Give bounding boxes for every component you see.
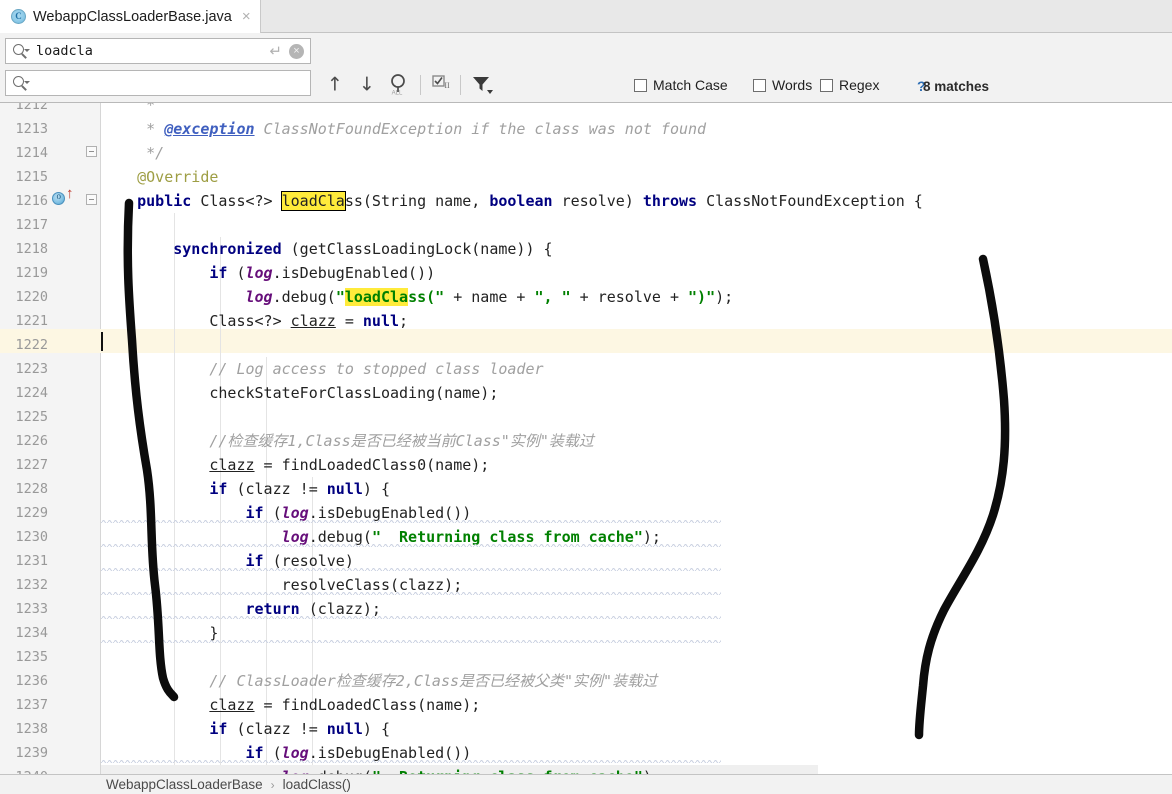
code-line-1213: * @exception ClassNotFoundException if t… — [101, 120, 707, 138]
select-all-occurrences-button[interactable]: ALL — [386, 71, 414, 99]
code-line-1212: * — [101, 103, 156, 114]
code-line-1221: Class<?> clazz = null; — [101, 312, 409, 330]
multiline-icon: II — [432, 75, 450, 90]
words-checkbox[interactable]: Words — [753, 77, 812, 93]
tab-label: WebappClassLoaderBase.java — [33, 8, 232, 25]
code-line-1216: public Class<?> loadClass(String name, b… — [137, 191, 923, 211]
code-fold-marker[interactable] — [86, 194, 97, 205]
search-icon — [13, 44, 30, 59]
code-line-1236: // ClassLoader检查缓存2,Class是否已经被父类"实例"装载过 — [209, 672, 658, 690]
svg-text:ALL: ALL — [392, 91, 403, 97]
code-line-1237: clazz = findLoadedClass(name); — [209, 696, 481, 714]
clear-search-icon[interactable]: × — [289, 43, 304, 59]
arrow-down-icon: ↓ — [359, 73, 375, 96]
enter-icon[interactable]: ↵ — [269, 44, 282, 59]
match-case-checkbox-box[interactable] — [634, 78, 647, 92]
match-case-label: Match Case — [653, 77, 728, 93]
code-line-1223: // Log access to stopped class loader — [209, 360, 544, 378]
editor-tab-bar: C WebappClassLoaderBase.java × — [0, 0, 1172, 33]
breadcrumb-separator: › — [270, 777, 275, 792]
filter-button[interactable] — [469, 71, 497, 99]
arrow-up-icon: ↑ — [327, 73, 343, 96]
code-editor[interactable]: 1212 1213 1214 1215 1216 1217 1218 1219 … — [0, 103, 1172, 774]
code-line-1224: checkStateForClassLoading(name); — [101, 384, 499, 402]
svg-text:II: II — [444, 81, 450, 90]
match-case-checkbox[interactable]: Match Case — [634, 77, 728, 93]
find-next-button[interactable]: ↓ — [353, 71, 381, 99]
code-line-1232: resolveClass(clazz); — [101, 576, 463, 594]
code-line-1215: @Override — [101, 168, 219, 186]
code-line-1231: if (resolve) — [245, 552, 354, 570]
replace-search-icon — [13, 76, 30, 91]
code-line-1226: //检查缓存1,Class是否已经被当前Class"实例"装载过 — [209, 432, 594, 450]
toolbar-separator-1 — [420, 75, 421, 95]
code-line-1229: if (log.isDebugEnabled()) — [245, 504, 472, 522]
search-field[interactable]: loadcla ↵ × — [5, 38, 311, 64]
code-line-1239: if (log.isDebugEnabled()) — [245, 744, 472, 762]
filter-icon — [473, 77, 493, 94]
find-replace-panel: loadcla ↵ × ↑ ↓ ALL II Match Case Words … — [0, 33, 1172, 131]
override-arrow-icon: ↑ — [66, 185, 74, 202]
match-count-label: 8 matches — [923, 79, 990, 94]
replace-field[interactable] — [5, 70, 311, 96]
multiline-toggle-button[interactable]: II — [428, 71, 456, 99]
code-line-1214: */ — [101, 144, 165, 162]
breadcrumb-item-class[interactable]: WebappClassLoaderBase — [106, 777, 263, 792]
code-line-1234: } — [101, 624, 219, 642]
code-line-1238: if (clazz != null) { — [209, 720, 390, 738]
words-label: Words — [772, 77, 813, 93]
java-class-icon: C — [11, 9, 26, 24]
breadcrumb: WebappClassLoaderBase › loadClass() — [0, 774, 1172, 794]
find-previous-button[interactable]: ↑ — [321, 71, 349, 99]
tab-webappclassloaderbase-java[interactable]: C WebappClassLoaderBase.java × — [0, 0, 261, 33]
toolbar-separator-2 — [460, 75, 461, 95]
code-line-1228: if (clazz != null) { — [209, 480, 390, 498]
code-line-1219: if (log.isDebugEnabled()) — [209, 264, 436, 282]
code-line-1230: log.debug(" Returning class from cache")… — [281, 528, 661, 546]
code-line-1218: synchronized (getClassLoadingLock(name))… — [173, 240, 553, 258]
breadcrumb-item-method[interactable]: loadClass() — [283, 777, 351, 792]
regex-checkbox[interactable]: Regex — [820, 77, 879, 93]
regex-label: Regex — [839, 77, 880, 93]
code-line-1220: log.debug("loadClass(" + name + ", " + r… — [245, 288, 734, 306]
close-icon[interactable]: × — [242, 9, 251, 24]
code-fold-marker[interactable] — [86, 146, 97, 157]
code-line-1233: return (clazz); — [245, 600, 381, 618]
text-caret — [101, 332, 103, 351]
code-line-1240: log.debug(" Returning class from cache")… — [101, 765, 818, 774]
override-method-icon[interactable] — [52, 191, 65, 205]
select-all-icon: ALL — [391, 74, 405, 97]
search-input[interactable]: loadcla — [36, 43, 269, 59]
code-line-1227: clazz = findLoadedClass0(name); — [209, 456, 490, 474]
words-checkbox-box[interactable] — [753, 78, 766, 92]
regex-checkbox-box[interactable] — [820, 78, 833, 92]
